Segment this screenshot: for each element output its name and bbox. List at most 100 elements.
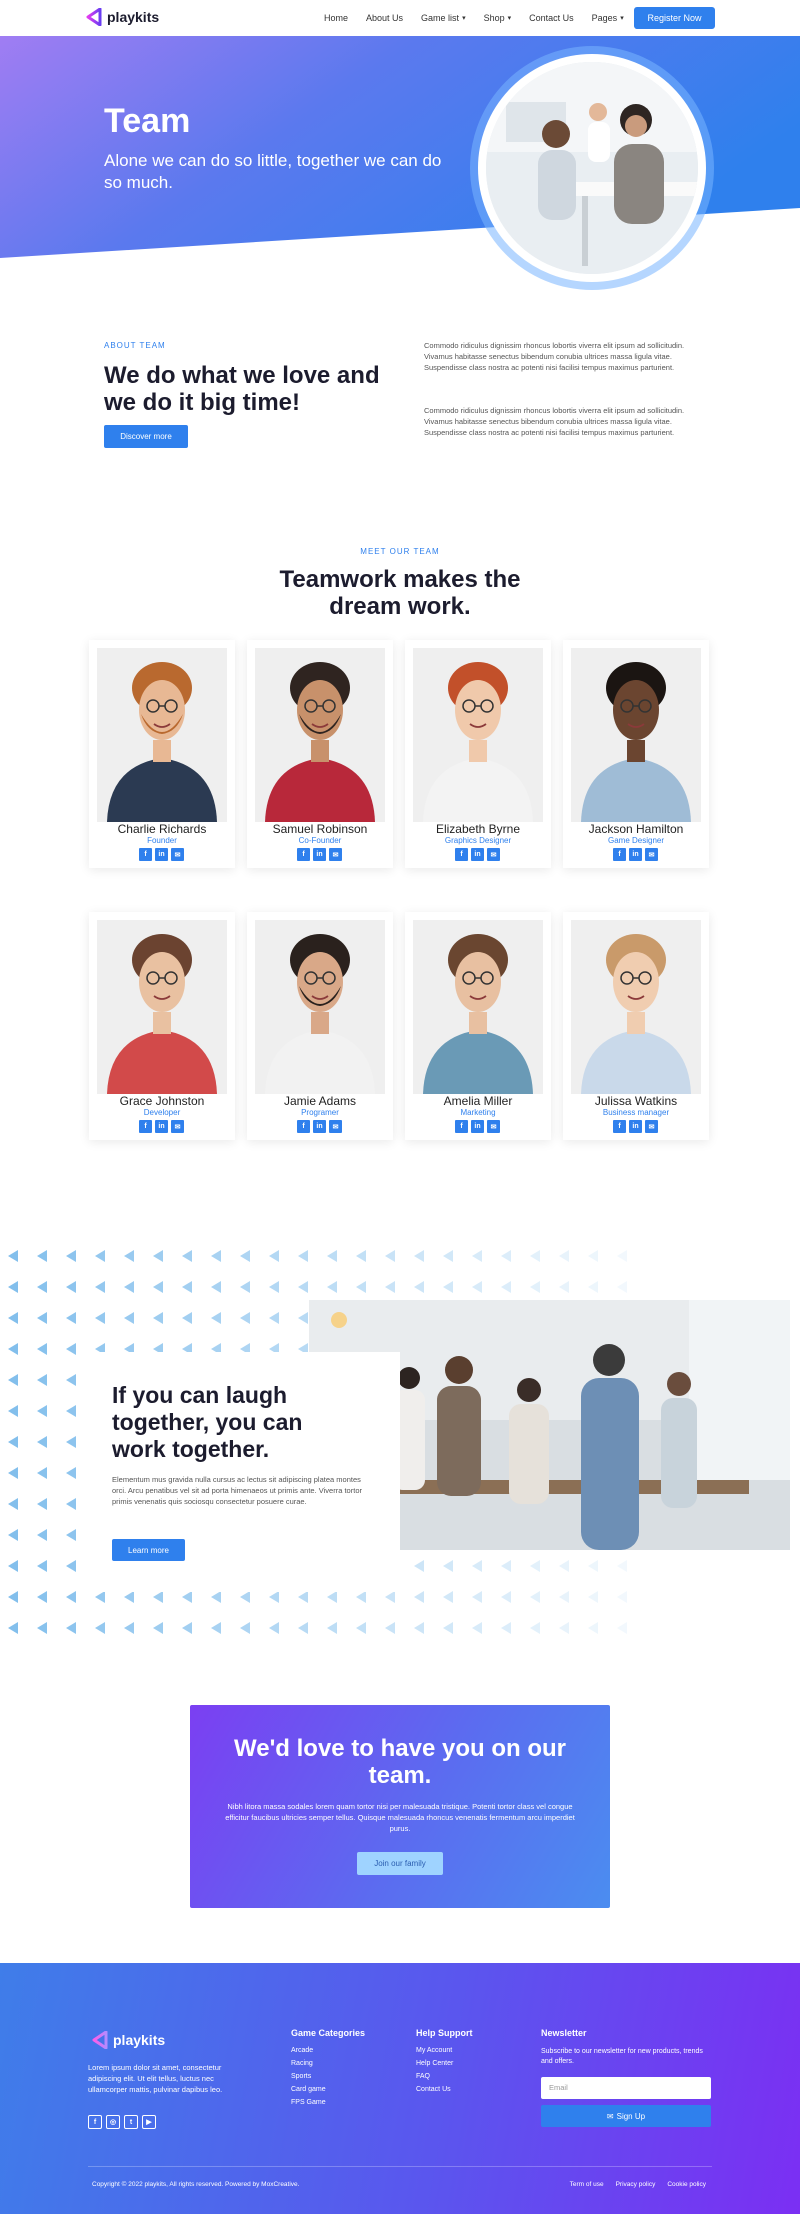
facebook-icon[interactable]: f bbox=[455, 1120, 468, 1133]
member-name: Jamie Adams bbox=[283, 1094, 357, 1108]
learn-more-button[interactable]: Learn more bbox=[112, 1539, 185, 1561]
register-button[interactable]: Register Now bbox=[634, 7, 715, 29]
pattern-triangle bbox=[588, 1250, 598, 1262]
cta-title: We'd love to have you on our team. bbox=[234, 1735, 566, 1789]
pattern-triangle bbox=[66, 1467, 76, 1479]
member-social: f in ✉ bbox=[613, 1120, 658, 1133]
team-card: Charlie Richards Founder f in ✉ bbox=[89, 640, 235, 868]
facebook-icon[interactable]: f bbox=[139, 848, 152, 861]
mail-icon[interactable]: ✉ bbox=[645, 1120, 658, 1133]
mail-icon[interactable]: ✉ bbox=[487, 1120, 500, 1133]
pattern-triangle bbox=[472, 1622, 482, 1634]
pattern-triangle bbox=[37, 1622, 47, 1634]
pattern-triangle bbox=[124, 1250, 134, 1262]
nav-game-list[interactable]: Game list ▾ bbox=[421, 13, 466, 23]
nav-contact[interactable]: Contact Us bbox=[529, 13, 574, 23]
member-photo bbox=[97, 648, 227, 822]
pattern-triangle bbox=[8, 1343, 18, 1355]
footer-link-arcade[interactable]: Arcade bbox=[291, 2047, 365, 2054]
nav-home[interactable]: Home bbox=[324, 13, 348, 23]
pattern-triangle bbox=[530, 1250, 540, 1262]
email-input[interactable]: Email bbox=[541, 2077, 711, 2099]
mail-icon[interactable]: ✉ bbox=[171, 1120, 184, 1133]
footer-link-racing[interactable]: Racing bbox=[291, 2060, 365, 2067]
facebook-icon[interactable]: f bbox=[297, 848, 310, 861]
pattern-triangle bbox=[356, 1281, 366, 1293]
pattern-triangle bbox=[37, 1374, 47, 1386]
mail-icon[interactable]: ✉ bbox=[329, 1120, 342, 1133]
footer-link-my-account[interactable]: My Account bbox=[416, 2047, 473, 2054]
pattern-triangle bbox=[356, 1250, 366, 1262]
linkedin-icon[interactable]: in bbox=[313, 1120, 326, 1133]
member-name: Charlie Richards bbox=[117, 822, 207, 836]
footer-help-support: Help Support My Account Help Center FAQ … bbox=[416, 2028, 473, 2099]
linkedin-icon[interactable]: in bbox=[313, 848, 326, 861]
logo[interactable]: playkits bbox=[86, 8, 159, 26]
pattern-triangle bbox=[327, 1281, 337, 1293]
pattern-triangle bbox=[66, 1281, 76, 1293]
linkedin-icon[interactable]: in bbox=[471, 848, 484, 861]
footer-link-fps-game[interactable]: FPS Game bbox=[291, 2099, 365, 2106]
pattern-triangle bbox=[240, 1250, 250, 1262]
laugh-title: If you can laugh together, you can work … bbox=[112, 1382, 303, 1462]
discover-more-button[interactable]: Discover more bbox=[104, 425, 188, 448]
facebook-icon[interactable]: f bbox=[613, 848, 626, 861]
nav-pages[interactable]: Pages ▾ bbox=[592, 13, 624, 23]
nav-shop[interactable]: Shop ▾ bbox=[484, 13, 512, 23]
linkedin-icon[interactable]: in bbox=[155, 1120, 168, 1133]
member-social: f in ✉ bbox=[139, 1120, 184, 1133]
pattern-triangle bbox=[153, 1250, 163, 1262]
mail-icon[interactable]: ✉ bbox=[645, 848, 658, 861]
facebook-icon[interactable]: f bbox=[88, 2115, 102, 2129]
nav-about[interactable]: About Us bbox=[366, 13, 403, 23]
mail-icon: ✉ bbox=[606, 2111, 614, 2121]
pattern-triangle bbox=[95, 1591, 105, 1603]
pattern-triangle bbox=[530, 1591, 540, 1603]
linkedin-icon[interactable]: in bbox=[155, 848, 168, 861]
footer-logo[interactable]: playkits bbox=[92, 2031, 165, 2049]
signup-button[interactable]: ✉ Sign Up bbox=[541, 2105, 711, 2127]
footer-link-sports[interactable]: Sports bbox=[291, 2073, 365, 2080]
mail-icon[interactable]: ✉ bbox=[171, 848, 184, 861]
instagram-icon[interactable]: ◎ bbox=[106, 2115, 120, 2129]
join-family-button[interactable]: Join our family bbox=[357, 1852, 443, 1875]
pattern-triangle bbox=[240, 1622, 250, 1634]
facebook-icon[interactable]: f bbox=[297, 1120, 310, 1133]
footer-link-help-center[interactable]: Help Center bbox=[416, 2060, 473, 2067]
laugh-card: If you can laugh together, you can work … bbox=[80, 1352, 400, 1592]
pattern-triangle bbox=[269, 1622, 279, 1634]
pattern-triangle bbox=[8, 1312, 18, 1324]
team-title: Teamwork makes the dream work. bbox=[279, 566, 521, 620]
mail-icon[interactable]: ✉ bbox=[329, 848, 342, 861]
linkedin-icon[interactable]: in bbox=[629, 848, 642, 861]
privacy-link[interactable]: Privacy policy bbox=[616, 2181, 656, 2188]
pattern-triangle bbox=[269, 1281, 279, 1293]
pattern-triangle bbox=[617, 1622, 627, 1634]
facebook-icon[interactable]: f bbox=[455, 848, 468, 861]
footer-link-faq[interactable]: FAQ bbox=[416, 2073, 473, 2080]
facebook-icon[interactable]: f bbox=[139, 1120, 152, 1133]
pattern-triangle bbox=[66, 1405, 76, 1417]
pattern-triangle bbox=[559, 1281, 569, 1293]
terms-link[interactable]: Term of use bbox=[570, 2181, 604, 2188]
member-name: Samuel Robinson bbox=[272, 822, 368, 836]
footer-link-contact[interactable]: Contact Us bbox=[416, 2086, 473, 2093]
pattern-triangle bbox=[269, 1312, 279, 1324]
mail-icon[interactable]: ✉ bbox=[487, 848, 500, 861]
cookie-link[interactable]: Cookie policy bbox=[667, 2181, 706, 2188]
pattern-triangle bbox=[356, 1622, 366, 1634]
newsletter-text: Subscribe to our newsletter for new prod… bbox=[541, 2048, 703, 2065]
member-social: f in ✉ bbox=[613, 848, 658, 861]
pattern-triangle bbox=[211, 1312, 221, 1324]
linkedin-icon[interactable]: in bbox=[629, 1120, 642, 1133]
pattern-triangle bbox=[66, 1250, 76, 1262]
footer-link-card-game[interactable]: Card game bbox=[291, 2086, 365, 2093]
youtube-icon[interactable]: ▶ bbox=[142, 2115, 156, 2129]
pattern-triangle bbox=[8, 1498, 18, 1510]
twitter-icon[interactable]: t bbox=[124, 2115, 138, 2129]
facebook-icon[interactable]: f bbox=[613, 1120, 626, 1133]
pattern-triangle bbox=[559, 1560, 569, 1572]
pattern-triangle bbox=[559, 1591, 569, 1603]
linkedin-icon[interactable]: in bbox=[471, 1120, 484, 1133]
team-card: Jackson Hamilton Game Designer f in ✉ bbox=[563, 640, 709, 868]
